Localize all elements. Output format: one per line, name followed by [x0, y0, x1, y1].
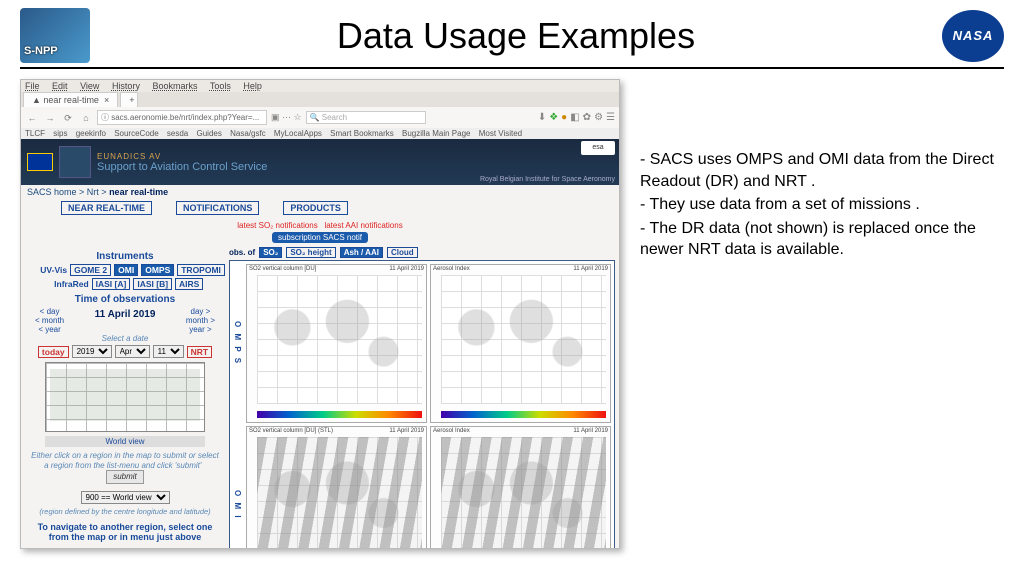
nav-back-icon[interactable]: ←	[25, 111, 39, 125]
nav-hint: To navigate to another region, select on…	[25, 516, 225, 548]
obs-selector: obs. of SO₂ SO₂ height Ash / AAI Cloud	[229, 247, 615, 258]
plot-omps-aai[interactable]: Aerosol Index11 April 2019	[430, 264, 611, 423]
menu-history[interactable]: History	[112, 81, 140, 91]
breadcrumb: SACS home > Nrt > near real-time	[21, 185, 619, 199]
site-banner: EUNADICS AV Support to Aviation Control …	[21, 139, 619, 185]
nav-home-icon[interactable]: ⌂	[79, 111, 93, 125]
row-label-omps: O M P S	[233, 264, 243, 423]
eu-flag-icon	[27, 153, 53, 171]
chip-gome2[interactable]: GOME 2	[70, 264, 111, 276]
menu-help[interactable]: Help	[243, 81, 262, 91]
embedded-screenshot: File Edit View History Bookmarks Tools H…	[20, 79, 620, 549]
bm[interactable]: geekinfo	[76, 129, 106, 138]
time-heading: Time of observations	[25, 294, 225, 305]
institute-name: Royal Belgian Institute for Space Aerono…	[480, 176, 615, 183]
site-nav-tabs: NEAR REAL-TIME NOTIFICATIONS PRODUCTS	[21, 199, 619, 217]
year-select[interactable]: 2019	[72, 345, 112, 358]
nrt-button[interactable]: NRT	[187, 346, 212, 358]
note-line: - SACS uses OMPS and OMI data from the D…	[640, 149, 1004, 192]
obs-so2[interactable]: SO₂	[259, 247, 282, 258]
chip-omps[interactable]: OMPS	[141, 264, 174, 276]
browser-tabbar: ▲ near real-time × +	[21, 92, 619, 107]
browser-tab[interactable]: ▲ near real-time ×	[23, 92, 118, 107]
nav-reload-icon[interactable]: ⟳	[61, 111, 75, 125]
obs-cloud[interactable]: Cloud	[387, 247, 418, 258]
nav-fwd-icon[interactable]: →	[43, 111, 57, 125]
chip-tropomi[interactable]: TROPOMI	[177, 264, 225, 276]
note-line: - They use data from a set of missions .	[640, 194, 1004, 216]
month-select[interactable]: Apr	[115, 345, 150, 358]
menu-tools[interactable]: Tools	[210, 81, 231, 91]
note-line: - The DR data (not shown) is replaced on…	[640, 218, 1004, 261]
bm[interactable]: Most Visited	[479, 129, 522, 138]
chip-airs[interactable]: AIRS	[175, 278, 203, 290]
slide-notes: - SACS uses OMPS and OMI data from the D…	[640, 79, 1004, 549]
obs-so2h[interactable]: SO₂ height	[286, 247, 335, 258]
toolbar-icons: ⬇❖●◧✿⚙☰	[535, 112, 615, 123]
plot-panel: O M P S SO2 vertical column [DU]11 April…	[229, 260, 615, 549]
menu-file[interactable]: File	[25, 81, 40, 91]
tab-products[interactable]: PRODUCTS	[283, 201, 348, 215]
bm[interactable]: SourceCode	[114, 129, 158, 138]
today-button[interactable]: today	[38, 346, 69, 358]
bm[interactable]: Bugzilla Main Page	[402, 129, 470, 138]
sublinks: latest SO₂ notifications latest AAI noti…	[21, 217, 619, 247]
bm[interactable]: Nasa/gsfc	[230, 129, 266, 138]
bm[interactable]: MyLocalApps	[274, 129, 322, 138]
plot-omps-so2[interactable]: SO2 vertical column [DU]11 April 2019	[246, 264, 427, 423]
instruments-heading: Instruments	[25, 251, 225, 262]
menu-bookmarks[interactable]: Bookmarks	[152, 81, 197, 91]
menu-view[interactable]: View	[80, 81, 99, 91]
snpp-logo	[20, 8, 90, 63]
volcanoes-link[interactable]: VOLCANOES in this region	[25, 548, 225, 549]
obs-ash[interactable]: Ash / AAI	[340, 247, 383, 258]
plot-omi-so2[interactable]: SO2 vertical column [DU] (STL)11 April 2…	[246, 426, 427, 550]
tab-notif[interactable]: NOTIFICATIONS	[176, 201, 259, 215]
chip-iasi-a[interactable]: IASI [A]	[92, 278, 131, 290]
browser-addressbar: ← → ⟳ ⌂ ⓘ sacs.aeronomie.be/nrt/index.ph…	[21, 107, 619, 128]
new-tab-button[interactable]: +	[120, 92, 138, 107]
slide-title: Data Usage Examples	[90, 15, 942, 57]
menu-edit[interactable]: Edit	[52, 81, 68, 91]
submit-button[interactable]: submit	[106, 470, 144, 484]
side-panel: Instruments UV-Vis GOME 2 OMI OMPS TROPO…	[25, 247, 225, 549]
bm[interactable]: sips	[53, 129, 67, 138]
plot-omi-aai[interactable]: Aerosol Index11 April 2019	[430, 426, 611, 550]
chip-omi[interactable]: OMI	[114, 264, 138, 276]
minimap-label: World view	[45, 436, 205, 447]
url-field[interactable]: ⓘ sacs.aeronomie.be/nrt/index.php?Year=.…	[97, 110, 267, 125]
day-select[interactable]: 11	[153, 345, 184, 358]
chip-iasi-b[interactable]: IASI [B]	[133, 278, 172, 290]
tab-nrt[interactable]: NEAR REAL-TIME	[61, 201, 152, 215]
current-date: 11 April 2019	[95, 307, 156, 334]
esa-logo: esa	[581, 141, 615, 155]
region-minimap[interactable]	[45, 362, 205, 432]
row-label-omi: O M I	[233, 426, 243, 550]
browser-menubar: File Edit View History Bookmarks Tools H…	[21, 80, 619, 92]
bm[interactable]: TLCF	[25, 129, 45, 138]
nasa-logo: NASA	[942, 10, 1004, 62]
bookmarks-bar: TLCF sips geekinfo SourceCode sesda Guid…	[21, 128, 619, 139]
region-select[interactable]: 900 == World view	[81, 491, 170, 504]
bm[interactable]: Smart Bookmarks	[330, 129, 394, 138]
search-field[interactable]: 🔍 Search	[306, 111, 426, 124]
bm[interactable]: Guides	[197, 129, 222, 138]
region-hint: Either click on a region in the map to s…	[25, 447, 225, 488]
subscribe-button[interactable]: subscription SACS notif	[272, 232, 368, 243]
bm[interactable]: sesda	[167, 129, 188, 138]
